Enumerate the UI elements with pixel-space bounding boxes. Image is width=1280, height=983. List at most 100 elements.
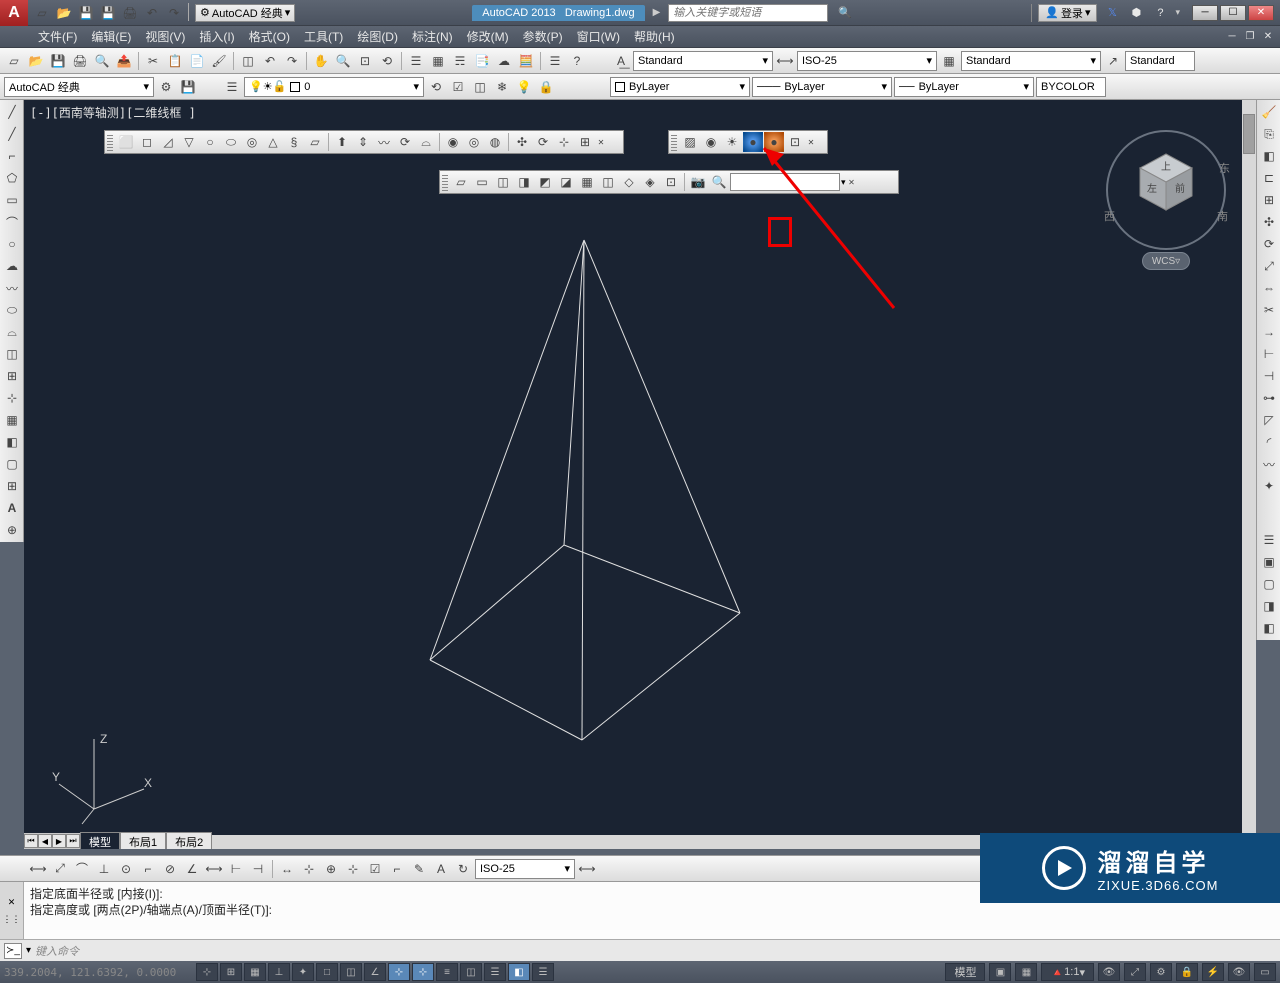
tab-last-icon[interactable]: ⏭ xyxy=(66,834,80,848)
text-style-dropdown[interactable]: Standard▾ xyxy=(633,51,773,71)
planar-surf-icon[interactable]: ▱ xyxy=(305,132,325,152)
toolbar-grip[interactable] xyxy=(107,133,113,151)
zoom-window-icon[interactable]: ⊡ xyxy=(355,51,375,71)
viewport-label[interactable]: [-][西南等轴测][二维线框 ] xyxy=(30,104,196,121)
matchprop-icon[interactable]: 🖌 xyxy=(209,51,229,71)
table-icon[interactable]: ⊞ xyxy=(2,476,22,496)
vs-zoom-icon[interactable]: 🔍 xyxy=(709,172,729,192)
tab-layout1[interactable]: 布局1 xyxy=(120,832,166,850)
markup-icon[interactable]: ☁ xyxy=(494,51,514,71)
menu-parametric[interactable]: 参数(P) xyxy=(517,26,569,47)
move-icon[interactable]: ✣ xyxy=(1259,212,1279,232)
dim-arc-icon[interactable]: ⌒ xyxy=(72,859,92,879)
rectangle-icon[interactable]: ▭ xyxy=(2,190,22,210)
am-icon[interactable]: ☰ xyxy=(532,963,554,981)
tolerance-icon[interactable]: ⊕ xyxy=(321,859,341,879)
array-icon[interactable]: ⊞ xyxy=(1259,190,1279,210)
vs-xray-icon[interactable]: ◈ xyxy=(640,172,660,192)
3dalign-icon[interactable]: ⊹ xyxy=(554,132,574,152)
mirror-icon[interactable]: ◧ xyxy=(1259,146,1279,166)
3dosnap-icon[interactable]: ◫ xyxy=(340,963,362,981)
anno-visibility-icon[interactable]: 👁 xyxy=(1098,963,1120,981)
draworder-front-icon[interactable]: ▣ xyxy=(1259,552,1279,572)
vs-sketchy-icon[interactable]: ◇ xyxy=(619,172,639,192)
dim-jogged-icon[interactable]: ⌐ xyxy=(138,859,158,879)
vs-conceptual-icon[interactable]: ◩ xyxy=(535,172,555,192)
vs-2dwire-icon[interactable]: ▱ xyxy=(451,172,471,192)
hardware-accel-icon[interactable]: ⚡ xyxy=(1202,963,1224,981)
menu-view[interactable]: 视图(V) xyxy=(139,26,191,47)
revcloud-icon[interactable]: ☁ xyxy=(2,256,22,276)
dim-style-dropdown[interactable]: ISO-25▾ xyxy=(797,51,937,71)
point-icon[interactable]: ⊹ xyxy=(2,388,22,408)
layer-freeze-icon[interactable]: ❄ xyxy=(492,77,512,97)
layer-previous-icon[interactable]: ⟲ xyxy=(426,77,446,97)
3darray-icon[interactable]: ⊞ xyxy=(575,132,595,152)
cone-icon[interactable]: ▽ xyxy=(179,132,199,152)
dim-ordinate-icon[interactable]: ⊥ xyxy=(94,859,114,879)
dim-edit-icon[interactable]: ✎ xyxy=(409,859,429,879)
dim-style-selector[interactable]: ISO-25▾ xyxy=(475,859,575,879)
dyn-icon[interactable]: ⊹ xyxy=(412,963,434,981)
open-icon[interactable]: 📂 xyxy=(54,3,74,23)
pan-icon[interactable]: ✋ xyxy=(311,51,331,71)
erase-icon[interactable]: 🧹 xyxy=(1259,102,1279,122)
autodesk360-icon[interactable]: ⬢ xyxy=(1127,4,1145,22)
chevron-right-icon[interactable]: ▶ xyxy=(653,7,661,18)
tpy-icon[interactable]: ◫ xyxy=(460,963,482,981)
presspull-icon[interactable]: ⇕ xyxy=(353,132,373,152)
torus-icon[interactable]: ◎ xyxy=(242,132,262,152)
wcs-badge[interactable]: WCS ▿ xyxy=(1142,252,1190,270)
loft-icon[interactable]: ⌓ xyxy=(416,132,436,152)
revolve-icon[interactable]: ⟳ xyxy=(395,132,415,152)
open-icon[interactable]: 📂 xyxy=(26,51,46,71)
jogged-linear-icon[interactable]: ⌐ xyxy=(387,859,407,879)
mleader-style-dropdown[interactable]: Standard xyxy=(1125,51,1195,71)
toolbar-close-icon[interactable]: ✕ xyxy=(847,177,857,187)
sphere-icon[interactable]: ○ xyxy=(200,132,220,152)
menu-dimension[interactable]: 标注(N) xyxy=(406,26,459,47)
new-icon[interactable]: ▱ xyxy=(4,51,24,71)
arc-icon[interactable]: ⌒ xyxy=(2,212,22,232)
close-button[interactable]: ✕ xyxy=(1248,5,1274,21)
search-icon[interactable]: 🔍 xyxy=(836,4,854,22)
pyramid-icon[interactable]: △ xyxy=(263,132,283,152)
properties-icon[interactable]: ☰ xyxy=(406,51,426,71)
viewcube[interactable]: 上 左 前 西 南 东 WCS ▿ xyxy=(1106,130,1226,270)
osnap-icon[interactable]: □ xyxy=(316,963,338,981)
extend-icon[interactable]: → xyxy=(1259,322,1279,342)
linetype-dropdown[interactable]: ───ByLayer▾ xyxy=(752,77,892,97)
minimize-button[interactable]: ─ xyxy=(1192,5,1218,21)
rotate-icon[interactable]: ⟳ xyxy=(1259,234,1279,254)
draworder-back-icon[interactable]: ▢ xyxy=(1259,574,1279,594)
menu-window[interactable]: 窗口(W) xyxy=(571,26,626,47)
tab-first-icon[interactable]: ⏮ xyxy=(24,834,38,848)
toolbar-grip[interactable] xyxy=(442,173,448,191)
layer-iso-icon[interactable]: ◫ xyxy=(470,77,490,97)
dim-quick-icon[interactable]: ⟷ xyxy=(204,859,224,879)
chamfer-icon[interactable]: ◸ xyxy=(1259,410,1279,430)
render-env-icon[interactable]: ☀ xyxy=(722,132,742,152)
plot-icon[interactable]: 🖨 xyxy=(70,51,90,71)
dim-style-icon[interactable]: ⟷ xyxy=(775,51,795,71)
zoom-icon[interactable]: 🔍 xyxy=(333,51,353,71)
polysolid-icon[interactable]: ⬜ xyxy=(116,132,136,152)
toolbar-lock-icon[interactable]: 🔒 xyxy=(1176,963,1198,981)
mtext-icon[interactable]: A xyxy=(2,498,22,518)
vs-shades-gray-icon[interactable]: ◫ xyxy=(598,172,618,192)
3drotate-icon[interactable]: ⟳ xyxy=(533,132,553,152)
drawing-viewport[interactable]: [-][西南等轴测][二维线框 ] ⬜ ◻ ◿ ▽ ○ ⬭ ◎ △ § ▱ ⬆ … xyxy=(24,100,1256,849)
menu-help[interactable]: 帮助(H) xyxy=(628,26,681,47)
helix-icon[interactable]: § xyxy=(284,132,304,152)
ducs-icon[interactable]: ⊹ xyxy=(388,963,410,981)
ellipse-arc-icon[interactable]: ⌓ xyxy=(2,322,22,342)
vs-manage-icon[interactable]: ⊡ xyxy=(661,172,681,192)
render-icon[interactable]: ● xyxy=(764,132,784,152)
hatch-icon[interactable]: ▦ xyxy=(2,410,22,430)
sweep-icon[interactable]: 〰 xyxy=(374,132,394,152)
draworder-icon[interactable]: ☰ xyxy=(1259,530,1279,550)
scale-icon[interactable]: ⤢ xyxy=(1259,256,1279,276)
dim-baseline-icon[interactable]: ⊢ xyxy=(226,859,246,879)
offset-icon[interactable]: ⊏ xyxy=(1259,168,1279,188)
clean-screen-icon[interactable]: ▭ xyxy=(1254,963,1276,981)
